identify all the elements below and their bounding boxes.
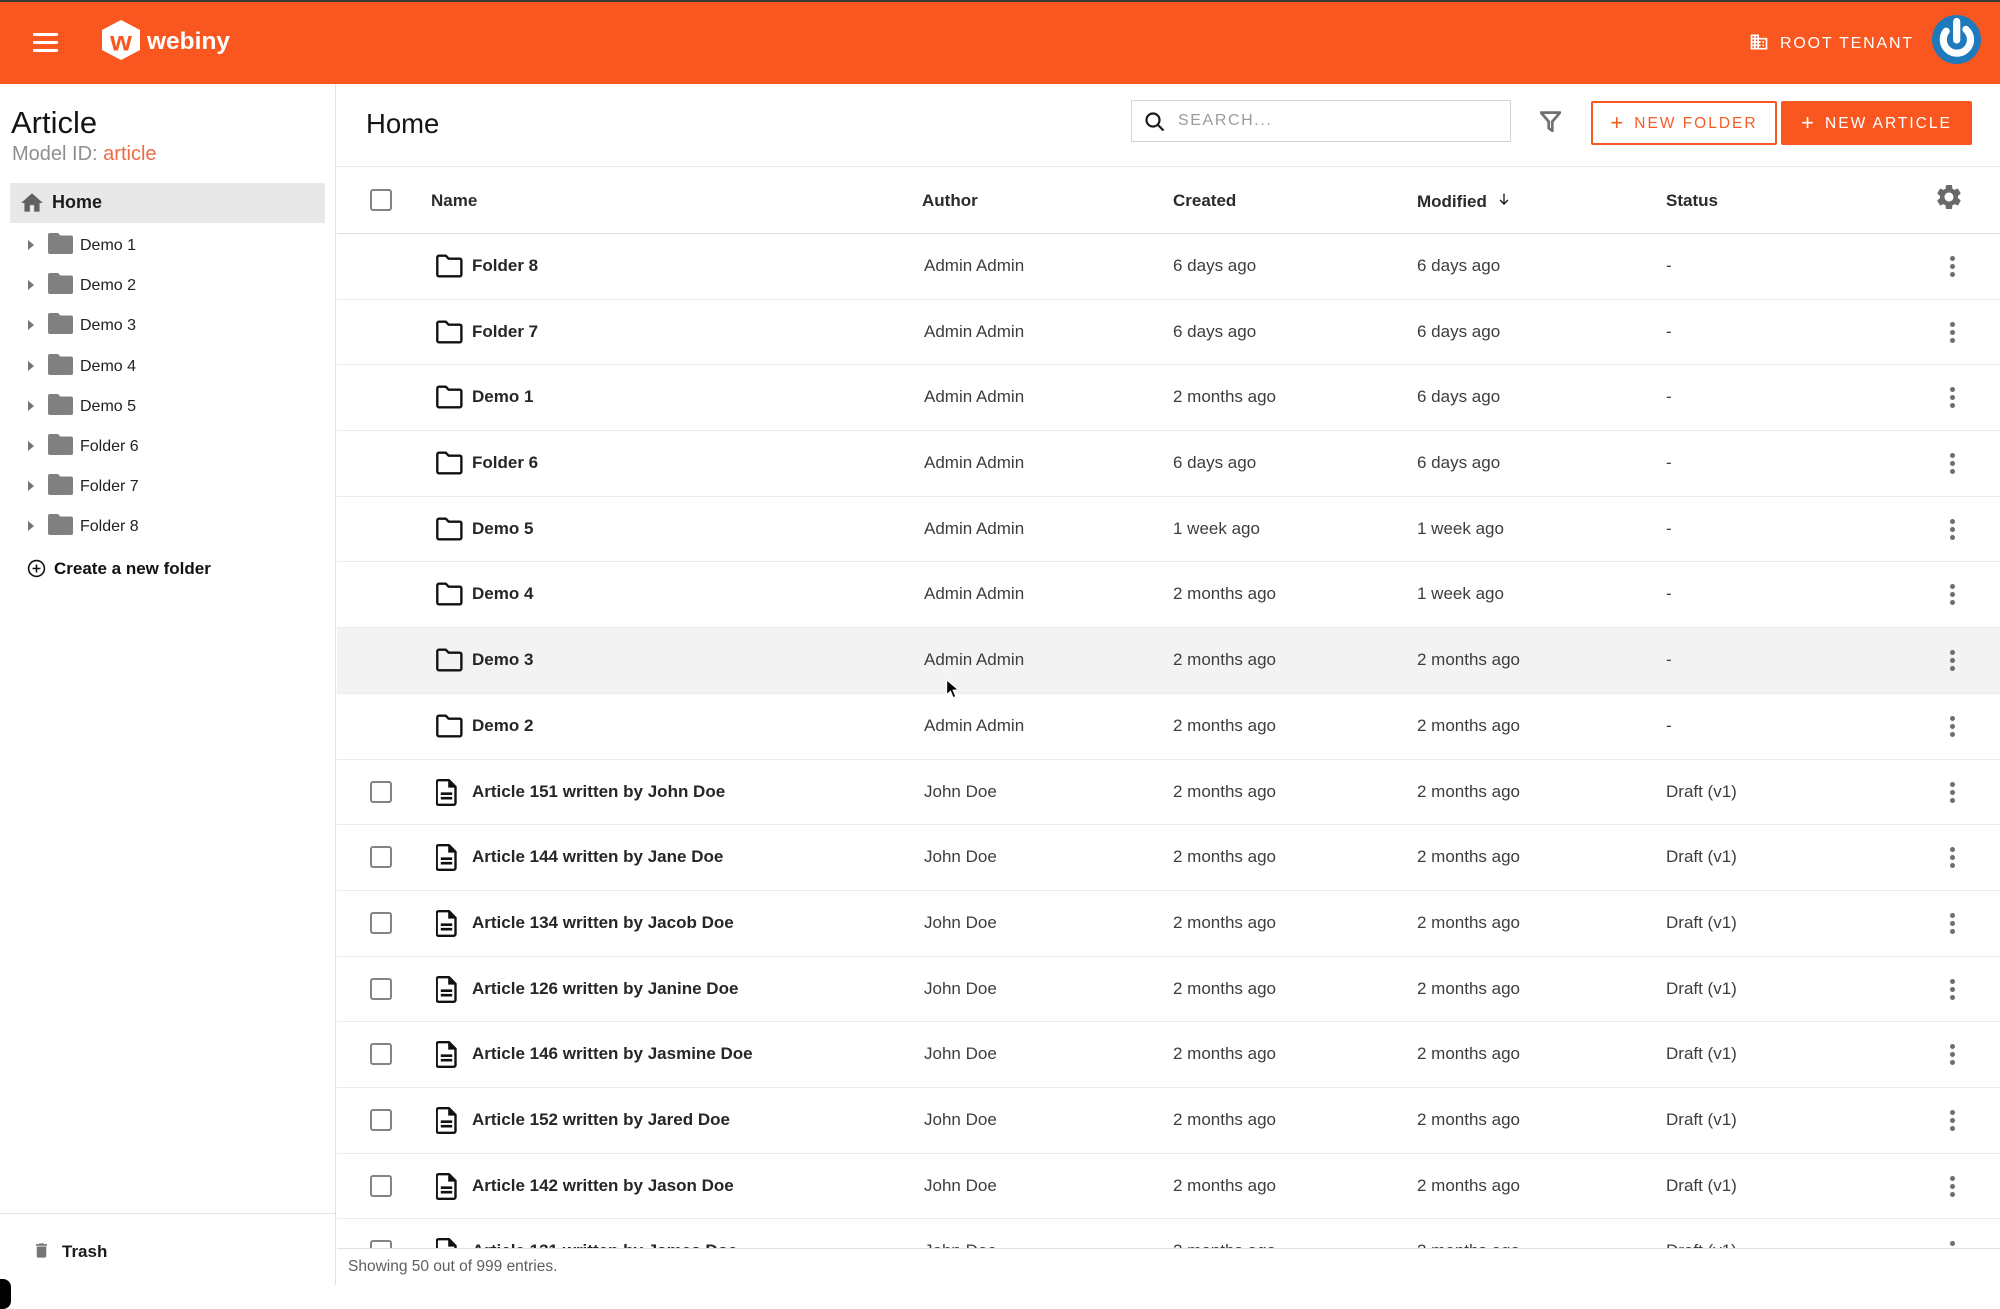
svg-text:w: w — [109, 26, 132, 57]
